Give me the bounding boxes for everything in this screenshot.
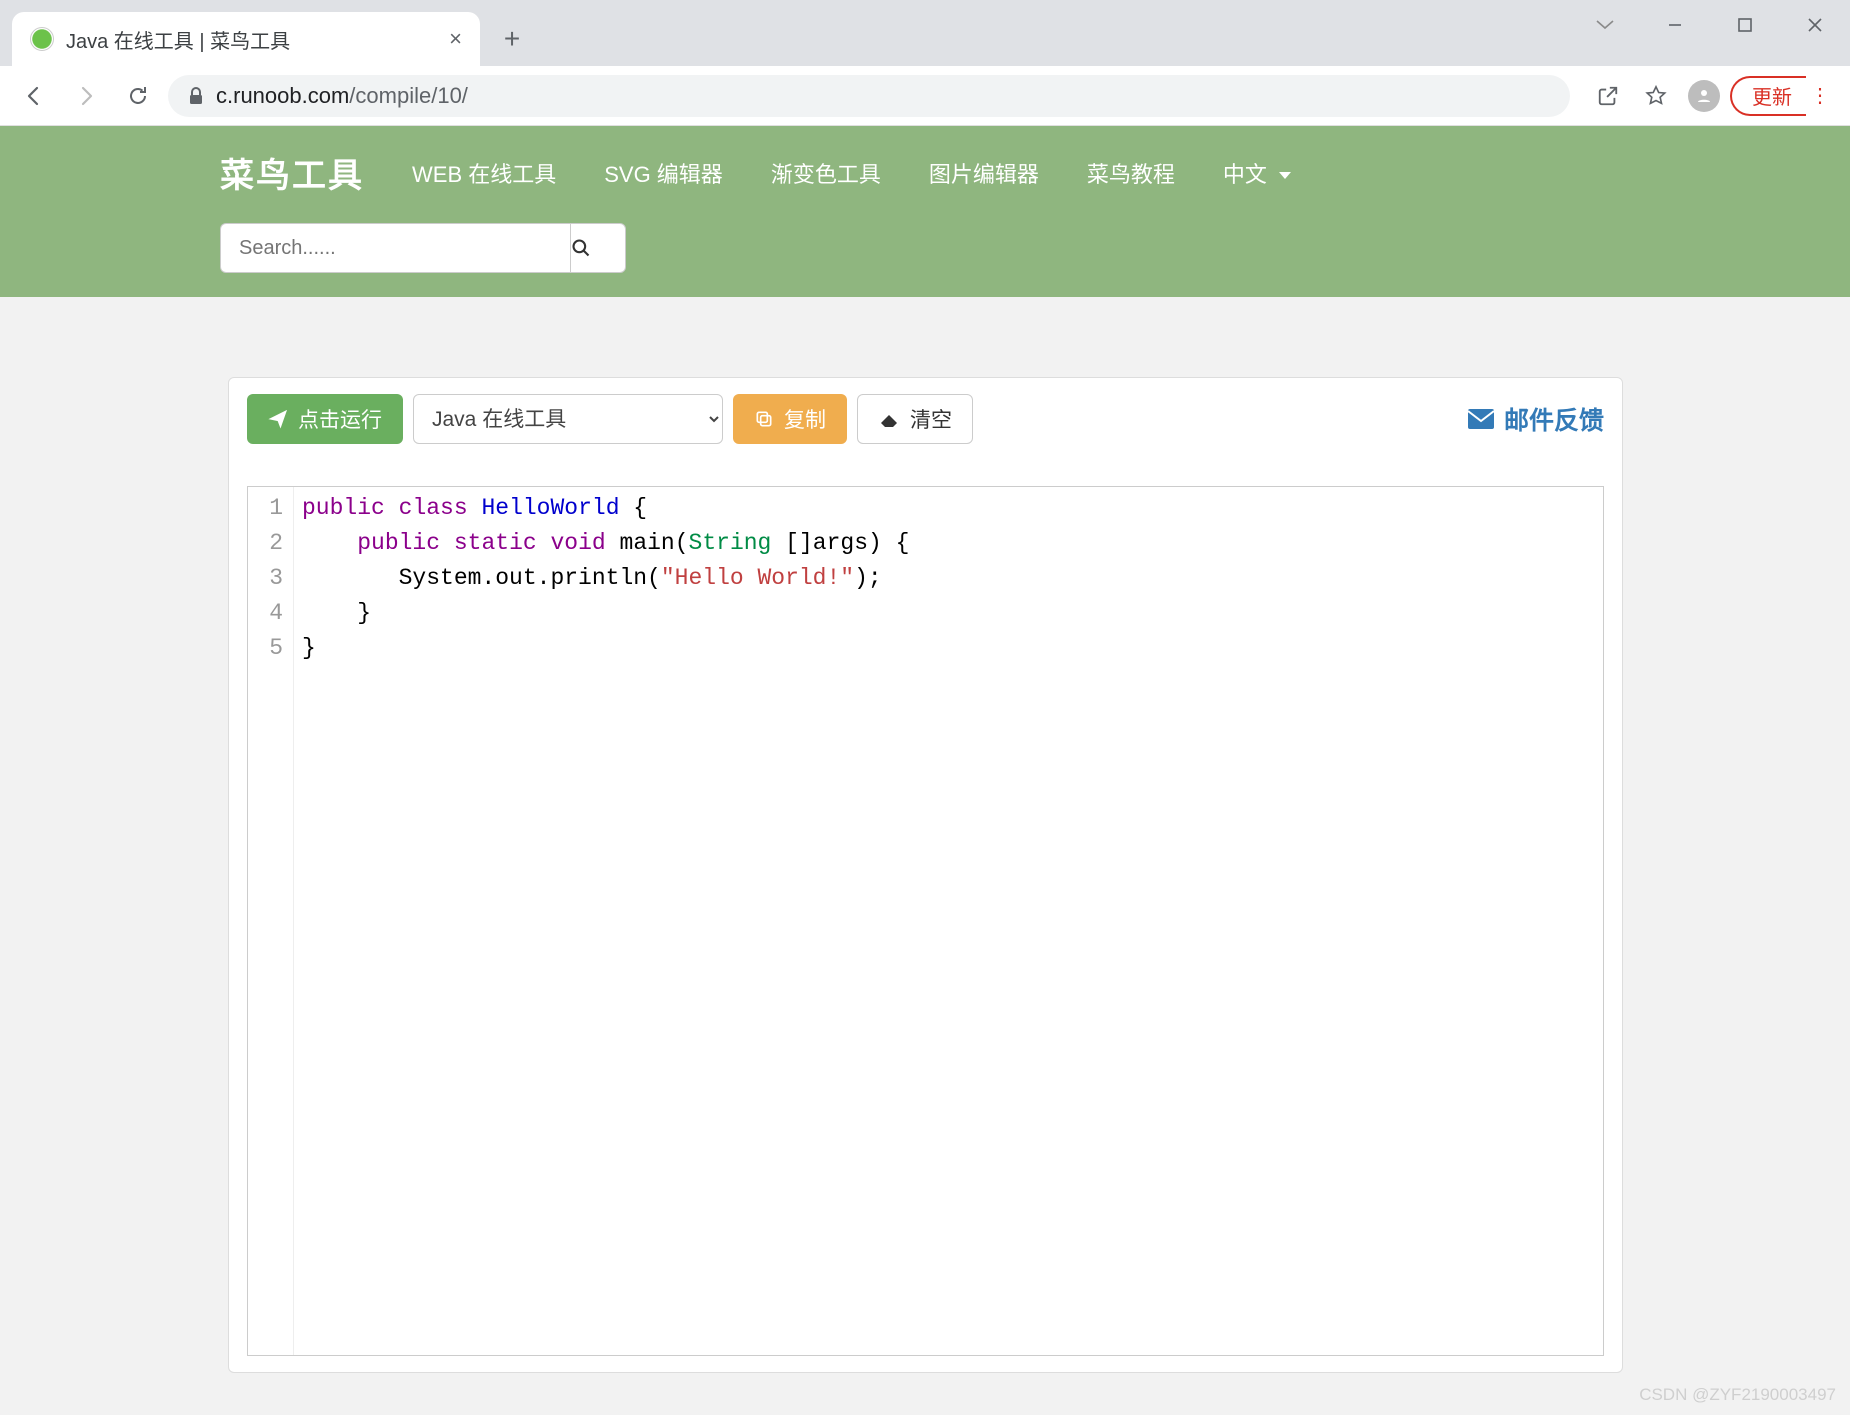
tab-title: Java 在线工具 | 菜鸟工具 <box>66 25 290 54</box>
line-number: 1 <box>248 491 283 526</box>
clear-button[interactable]: 清空 <box>857 394 973 444</box>
browser-tab-strip: Java 在线工具 | 菜鸟工具 × + <box>0 0 1850 66</box>
feedback-label: 邮件反馈 <box>1504 401 1604 437</box>
line-gutter: 1 2 3 4 5 <box>248 487 294 1355</box>
copy-label: 复制 <box>784 404 826 434</box>
mail-icon <box>1468 409 1494 429</box>
site-header: 菜鸟工具 WEB 在线工具 SVG 编辑器 渐变色工具 图片编辑器 菜鸟教程 中… <box>0 126 1850 297</box>
lock-icon <box>188 87 204 105</box>
nav-image-editor[interactable]: 图片编辑器 <box>929 157 1039 189</box>
feedback-link[interactable]: 邮件反馈 <box>1468 401 1604 437</box>
maximize-button[interactable] <box>1710 0 1780 50</box>
chevron-down-icon <box>1279 172 1291 179</box>
line-number: 3 <box>248 561 283 596</box>
url-domain: c.runoob.com <box>216 83 349 108</box>
page-body: 菜鸟工具 WEB 在线工具 SVG 编辑器 渐变色工具 图片编辑器 菜鸟教程 中… <box>0 126 1850 1415</box>
dropdown-icon[interactable] <box>1570 0 1640 50</box>
url-bar[interactable]: c.runoob.com/compile/10/ <box>168 75 1570 117</box>
close-tab-icon[interactable]: × <box>449 26 462 52</box>
run-button[interactable]: 点击运行 <box>247 394 403 444</box>
back-button[interactable] <box>12 74 56 118</box>
nav-gradient[interactable]: 渐变色工具 <box>771 157 881 189</box>
more-menu-icon[interactable]: ⋮ <box>1810 83 1838 108</box>
nav-tutorial[interactable]: 菜鸟教程 <box>1087 157 1175 189</box>
update-button[interactable]: 更新 <box>1730 76 1806 116</box>
toolbar: 点击运行 Java 在线工具 复制 清空 邮件反馈 <box>247 394 1604 444</box>
brand-logo[interactable]: 菜鸟工具 <box>220 148 364 197</box>
copy-icon <box>754 409 774 429</box>
forward-button[interactable] <box>64 74 108 118</box>
tool-panel: 点击运行 Java 在线工具 复制 清空 邮件反馈 <box>228 377 1623 1373</box>
address-bar-row: c.runoob.com/compile/10/ 更新 ⋮ <box>0 66 1850 126</box>
minimize-button[interactable] <box>1640 0 1710 50</box>
window-controls <box>1570 0 1850 50</box>
copy-button[interactable]: 复制 <box>733 394 847 444</box>
nav-web-tools[interactable]: WEB 在线工具 <box>412 157 556 189</box>
profile-button[interactable] <box>1682 74 1726 118</box>
reload-button[interactable] <box>116 74 160 118</box>
eraser-icon <box>878 411 900 427</box>
search-button[interactable] <box>570 223 626 273</box>
run-label: 点击运行 <box>298 404 382 434</box>
browser-tab[interactable]: Java 在线工具 | 菜鸟工具 × <box>12 12 480 66</box>
url-path: /compile/10/ <box>349 83 468 108</box>
close-window-button[interactable] <box>1780 0 1850 50</box>
favicon-icon <box>30 27 54 51</box>
language-select[interactable]: Java 在线工具 <box>413 394 723 444</box>
search-input[interactable] <box>220 223 570 273</box>
code-editor[interactable]: 1 2 3 4 5 public class HelloWorld { publ… <box>247 486 1604 1356</box>
code-area[interactable]: public class HelloWorld { public static … <box>294 487 909 1355</box>
profile-icon <box>1688 80 1720 112</box>
paper-plane-icon <box>268 409 288 429</box>
new-tab-button[interactable]: + <box>490 17 534 61</box>
nav-language-label: 中文 <box>1223 162 1267 187</box>
watermark: CSDN @ZYF2190003497 <box>1639 1385 1836 1405</box>
bookmark-star-icon[interactable] <box>1634 74 1678 118</box>
search-icon <box>571 238 625 258</box>
line-number: 4 <box>248 596 283 631</box>
nav-svg-editor[interactable]: SVG 编辑器 <box>604 157 723 189</box>
line-number: 2 <box>248 526 283 561</box>
share-icon[interactable] <box>1586 74 1630 118</box>
clear-label: 清空 <box>910 404 952 434</box>
update-label: 更新 <box>1752 81 1792 110</box>
top-nav: 菜鸟工具 WEB 在线工具 SVG 编辑器 渐变色工具 图片编辑器 菜鸟教程 中… <box>220 148 1620 197</box>
nav-language[interactable]: 中文 <box>1223 157 1291 189</box>
line-number: 5 <box>248 631 283 666</box>
search-form <box>220 223 1620 273</box>
